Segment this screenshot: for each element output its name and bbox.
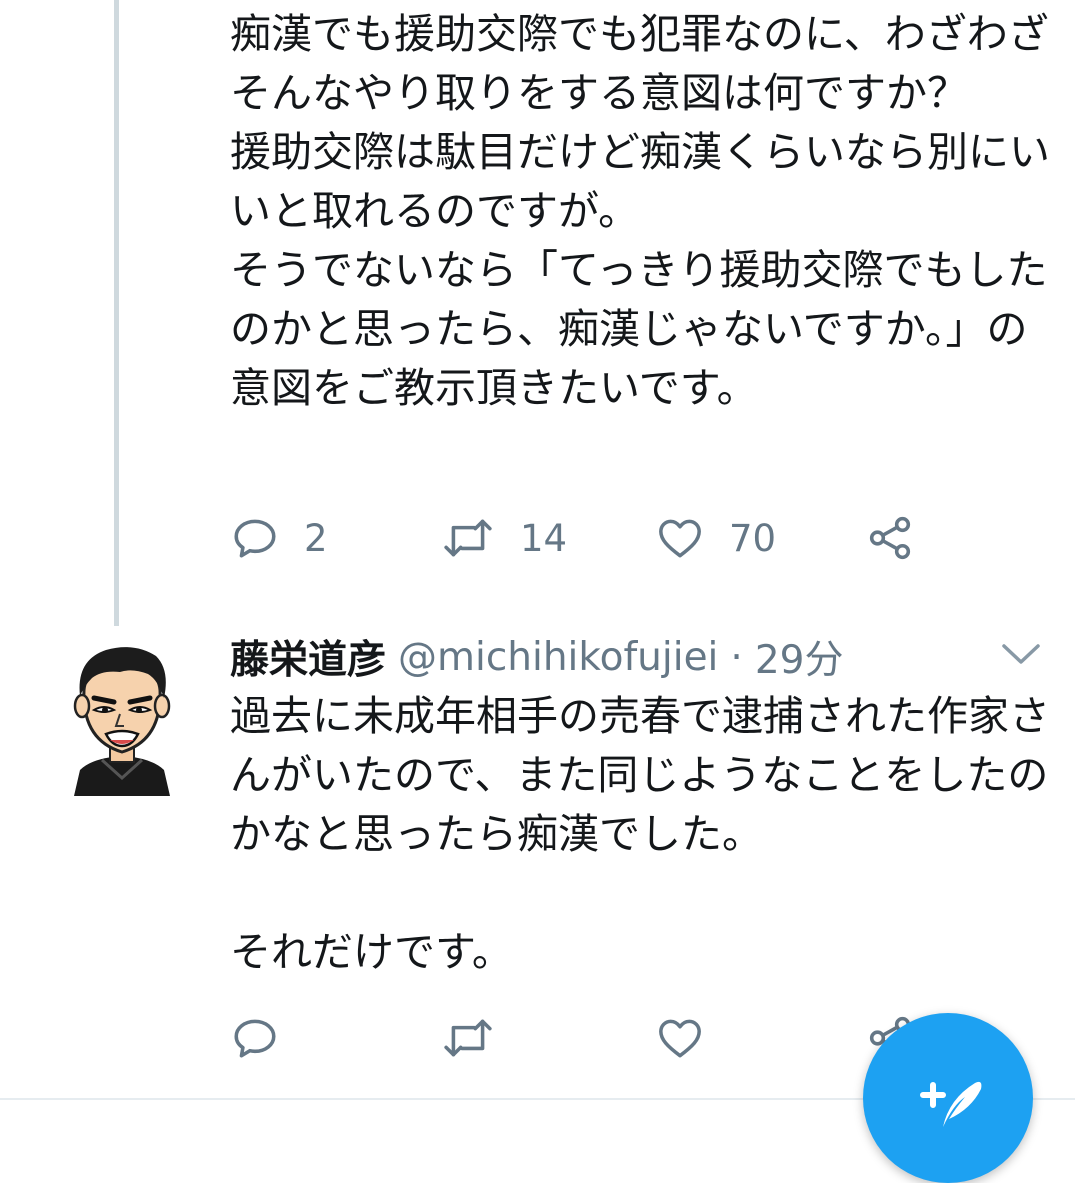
heart-icon bbox=[659, 1019, 701, 1058]
like-button[interactable]: 70 bbox=[655, 508, 776, 568]
retweet-icon bbox=[444, 519, 492, 557]
avatar[interactable] bbox=[62, 640, 182, 796]
tweet-text: 過去に未成年相手の売春で逮捕された作家さんがいたので、また同じようなことをしたの… bbox=[230, 692, 1050, 976]
tweet-text: 痴漢でも援助交際でも犯罪なのに、わざわざそんなやり取りをする意図は何ですか？ 援… bbox=[230, 10, 1050, 412]
share-icon bbox=[869, 516, 911, 560]
like-button[interactable] bbox=[655, 1008, 705, 1068]
tweet-actions: 2 14 70 bbox=[230, 508, 950, 568]
more-options-button[interactable] bbox=[998, 636, 1044, 672]
retweet-button[interactable] bbox=[440, 1008, 496, 1068]
like-count: 70 bbox=[729, 516, 777, 560]
tweet-header: 藤栄道彦 @michihikofujiei · 29分 bbox=[230, 626, 843, 688]
user-handle[interactable]: @michihikofujiei bbox=[398, 635, 718, 680]
avatar-image bbox=[73, 647, 171, 796]
reply-button[interactable] bbox=[230, 1008, 280, 1068]
reply-count: 2 bbox=[304, 516, 328, 560]
thread-connector-line bbox=[114, 0, 119, 626]
share-button[interactable] bbox=[865, 508, 915, 568]
retweet-count: 14 bbox=[520, 516, 568, 560]
reply-icon bbox=[234, 519, 276, 558]
separator-dot: · bbox=[730, 634, 743, 680]
heart-icon bbox=[659, 519, 701, 558]
compose-tweet-icon bbox=[920, 1081, 982, 1127]
chevron-down-icon bbox=[1002, 644, 1040, 664]
compose-tweet-button[interactable] bbox=[863, 1013, 1033, 1183]
reply-icon bbox=[234, 1019, 276, 1058]
retweet-icon bbox=[444, 1019, 492, 1057]
display-name[interactable]: 藤栄道彦 bbox=[230, 629, 386, 685]
timestamp[interactable]: 29分 bbox=[755, 629, 844, 685]
retweet-button[interactable]: 14 bbox=[440, 508, 567, 568]
tweet-actions bbox=[230, 1008, 950, 1068]
reply-button[interactable]: 2 bbox=[230, 508, 328, 568]
